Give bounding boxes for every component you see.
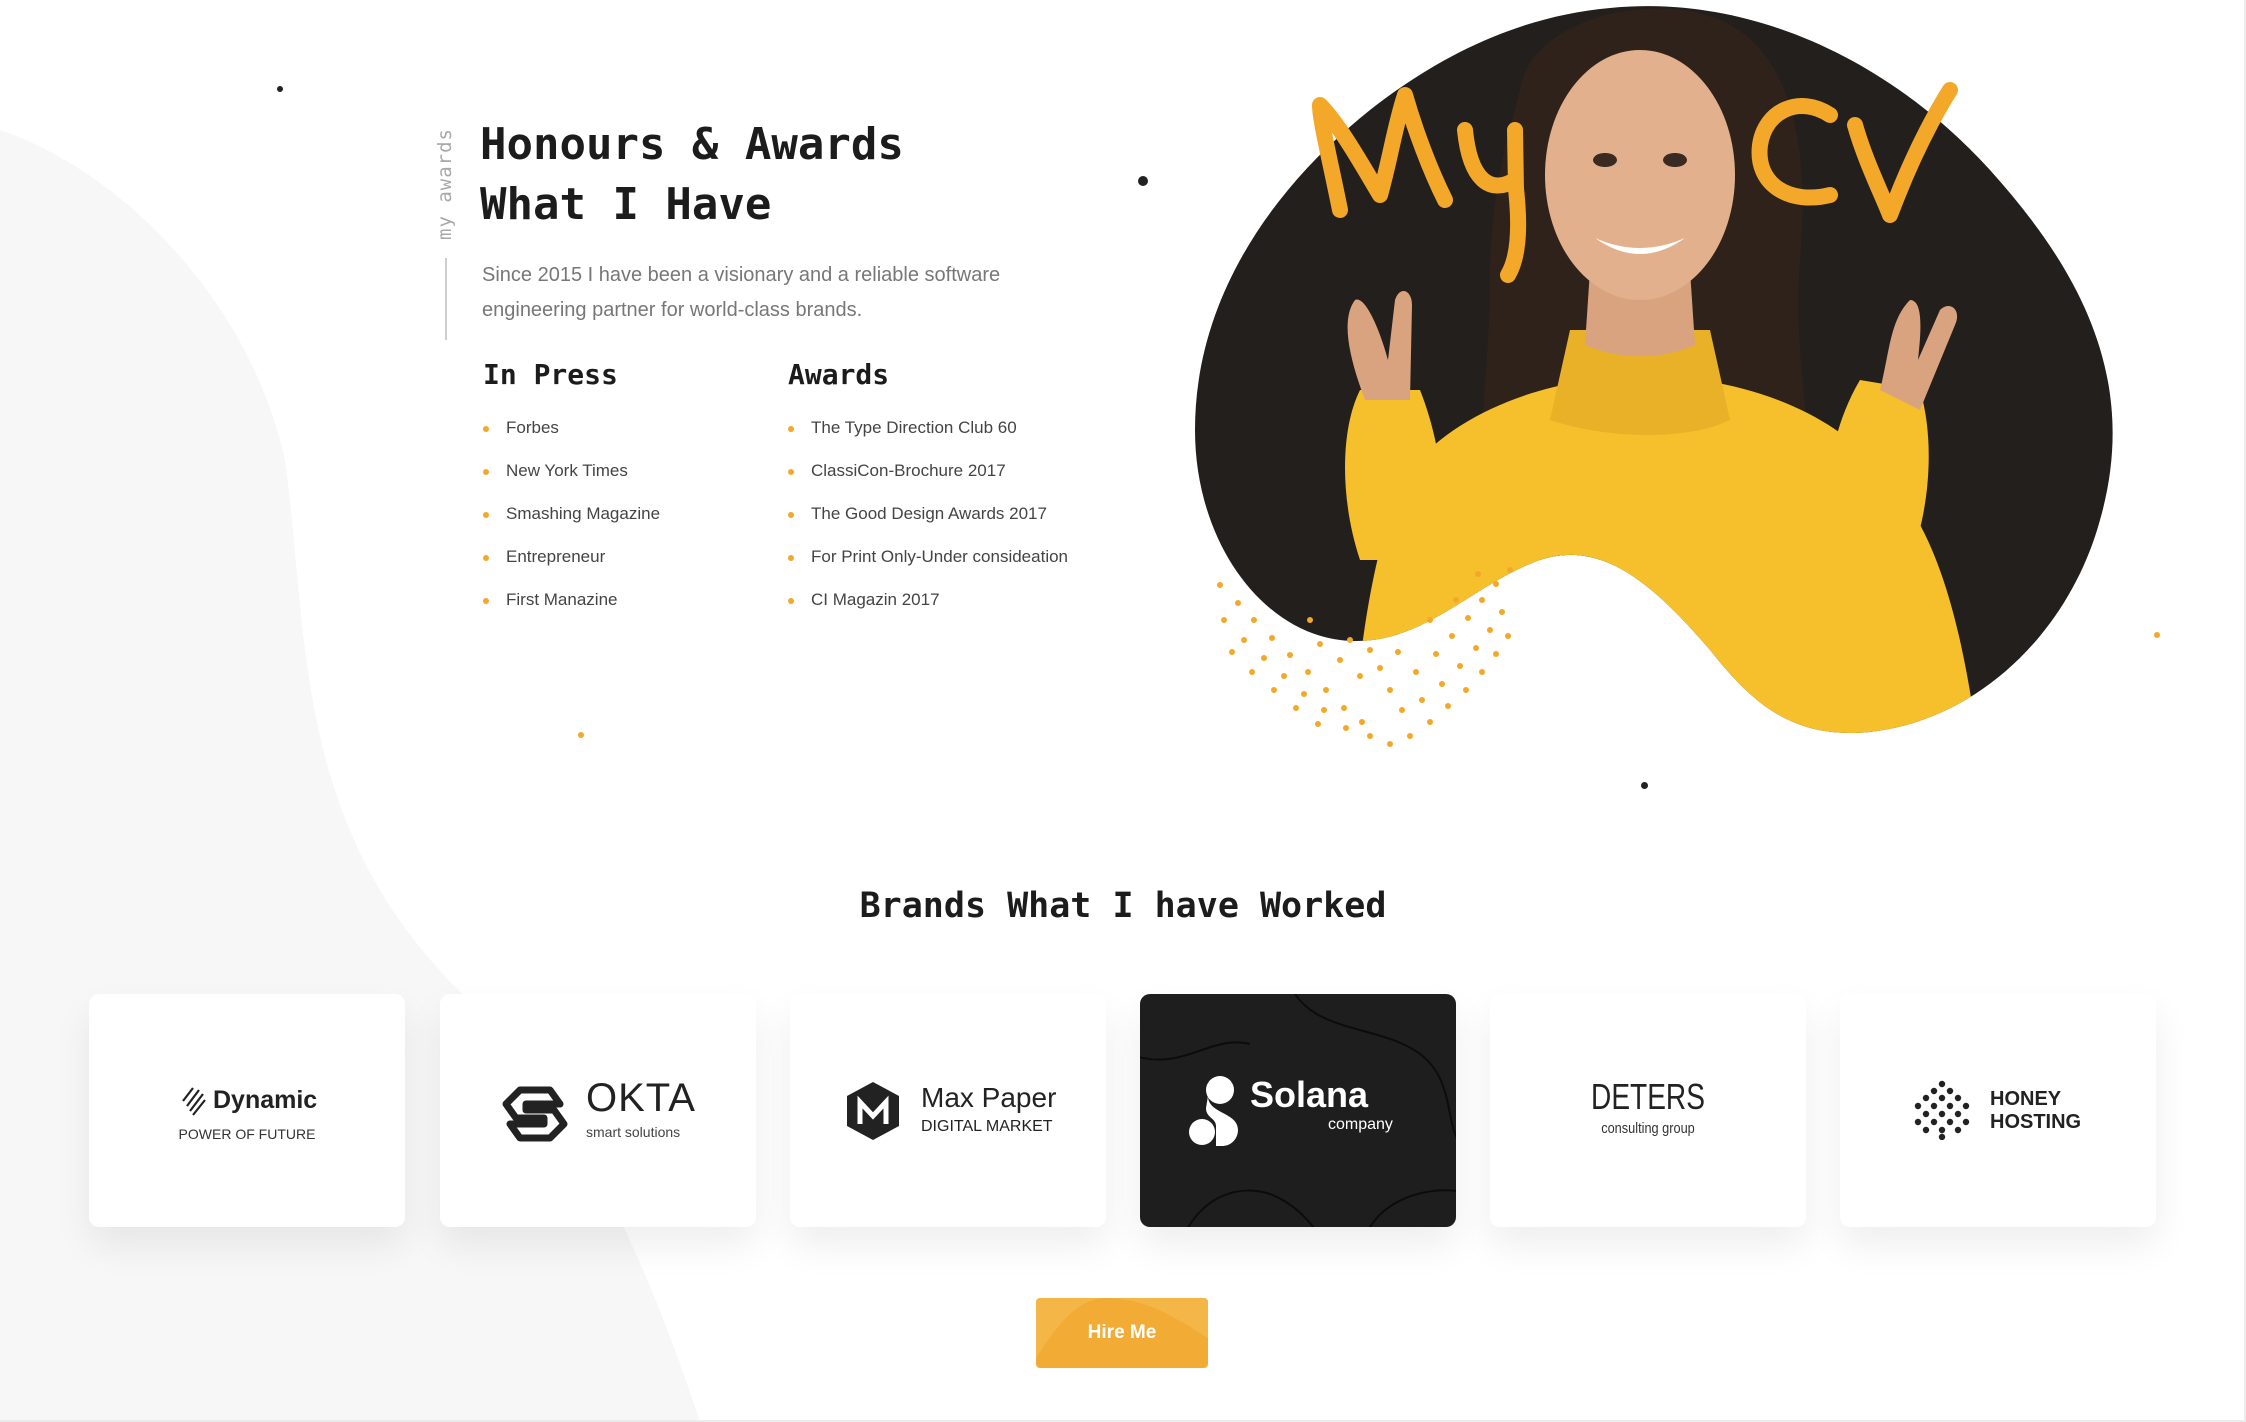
list-item: New York Times — [483, 461, 660, 504]
bullet-icon — [483, 469, 489, 475]
bullet-icon — [788, 426, 794, 432]
list-item-label: ClassiCon-Brochure 2017 — [811, 461, 1006, 480]
list-item-label: For Print Only-Under consideation — [811, 547, 1069, 566]
m-hexagon-icon — [847, 1082, 899, 1140]
list-item: Entrepreneur — [483, 547, 660, 590]
list-item-label: CI Magazin 2017 — [811, 590, 940, 609]
list-item-label: The Good Design Awards 2017 — [811, 504, 1047, 523]
decor-dot — [1641, 782, 1648, 789]
brand-name: Solana — [1250, 1074, 1369, 1115]
intro-line-2: engineering partner for world-class bran… — [482, 299, 863, 321]
hexagon-s-icon — [502, 1086, 568, 1142]
in-press-list: Forbes New York Times Smashing Magazine … — [483, 418, 660, 633]
decor-dot — [2154, 632, 2160, 638]
bullet-icon — [788, 469, 794, 475]
hire-me-button[interactable]: Hire Me — [1036, 1298, 1208, 1368]
list-item: Forbes — [483, 418, 660, 461]
brand-card-okta[interactable]: OKTA smart solutions — [440, 994, 756, 1227]
list-item: The Good Design Awards 2017 — [788, 504, 1068, 547]
brand-card-dynamic[interactable]: Dynamic POWER OF FUTURE — [89, 994, 405, 1227]
striped-diamond-icon — [182, 1087, 206, 1116]
list-item-label: Entrepreneur — [506, 547, 606, 566]
brand-tagline: POWER OF FUTURE — [178, 1126, 316, 1142]
bullet-icon — [483, 555, 489, 561]
list-item: For Print Only-Under consideation — [788, 547, 1068, 590]
hero-photo: My CV — [1195, 6, 2113, 747]
brand-name: Dynamic — [213, 1086, 318, 1114]
title-line-1: Honours & Awards — [480, 119, 904, 170]
dot-cluster-icon — [1914, 1080, 1970, 1140]
awards-list: The Type Direction Club 60 ClassiCon-Bro… — [788, 418, 1068, 633]
list-item-label: Smashing Magazine — [506, 504, 661, 523]
list-item-label: The Type Direction Club 60 — [811, 418, 1017, 437]
brand-tagline: DIGITAL MARKET — [921, 1118, 1053, 1135]
section-side-label: my awards — [434, 128, 456, 240]
bullet-icon — [788, 598, 794, 604]
bullet-icon — [788, 512, 794, 518]
list-item: Smashing Magazine — [483, 504, 660, 547]
hire-me-label: Hire Me — [1087, 1322, 1157, 1343]
brand-tagline: HOSTING — [1990, 1111, 2082, 1133]
brand-name: HONEY — [1990, 1088, 2062, 1110]
side-divider — [445, 258, 447, 340]
bullet-icon — [483, 512, 489, 518]
brand-card-solana[interactable]: Solana company — [1140, 994, 1456, 1227]
bullet-icon — [483, 598, 489, 604]
brand-tagline: smart solutions — [586, 1124, 681, 1140]
intro-text: Since 2015 I have been a visionary and a… — [482, 258, 1042, 328]
list-item: The Type Direction Club 60 — [788, 418, 1068, 461]
brand-tagline: company — [1328, 1116, 1393, 1133]
title-line-2: What I Have — [480, 179, 772, 230]
page-title: Honours & Awards What I Have — [480, 115, 904, 235]
decor-dot — [578, 732, 584, 738]
list-item-label: Forbes — [506, 418, 559, 437]
brand-name: DETERS — [1591, 1076, 1705, 1117]
in-press-title: In Press — [483, 358, 618, 391]
brand-tagline: consulting group — [1601, 1120, 1695, 1137]
s-blob-icon — [1189, 1076, 1238, 1146]
brand-card-deters[interactable]: DETERS consulting group — [1490, 994, 1806, 1227]
list-item: CI Magazin 2017 — [788, 590, 1068, 633]
brand-name: OKTA — [586, 1076, 696, 1120]
bullet-icon — [788, 555, 794, 561]
list-item-label: First Manazine — [506, 590, 618, 609]
decor-dot — [277, 86, 283, 92]
intro-line-1: Since 2015 I have been a visionary and a… — [482, 264, 1001, 286]
page: my awards Honours & Awards What I Have S… — [0, 0, 2246, 1422]
list-item: ClassiCon-Brochure 2017 — [788, 461, 1068, 504]
decor-dot — [1138, 176, 1148, 186]
list-item-label: New York Times — [506, 461, 628, 480]
awards-title: Awards — [788, 358, 890, 391]
list-item: First Manazine — [483, 590, 660, 633]
brand-name: Max Paper — [921, 1082, 1057, 1113]
bullet-icon — [483, 426, 489, 432]
brands-title: Brands What I have Worked — [859, 886, 1387, 926]
brand-card-max-paper[interactable]: Max Paper DIGITAL MARKET — [790, 994, 1106, 1227]
brand-card-honey-hosting[interactable]: HONEY HOSTING — [1840, 994, 2156, 1227]
